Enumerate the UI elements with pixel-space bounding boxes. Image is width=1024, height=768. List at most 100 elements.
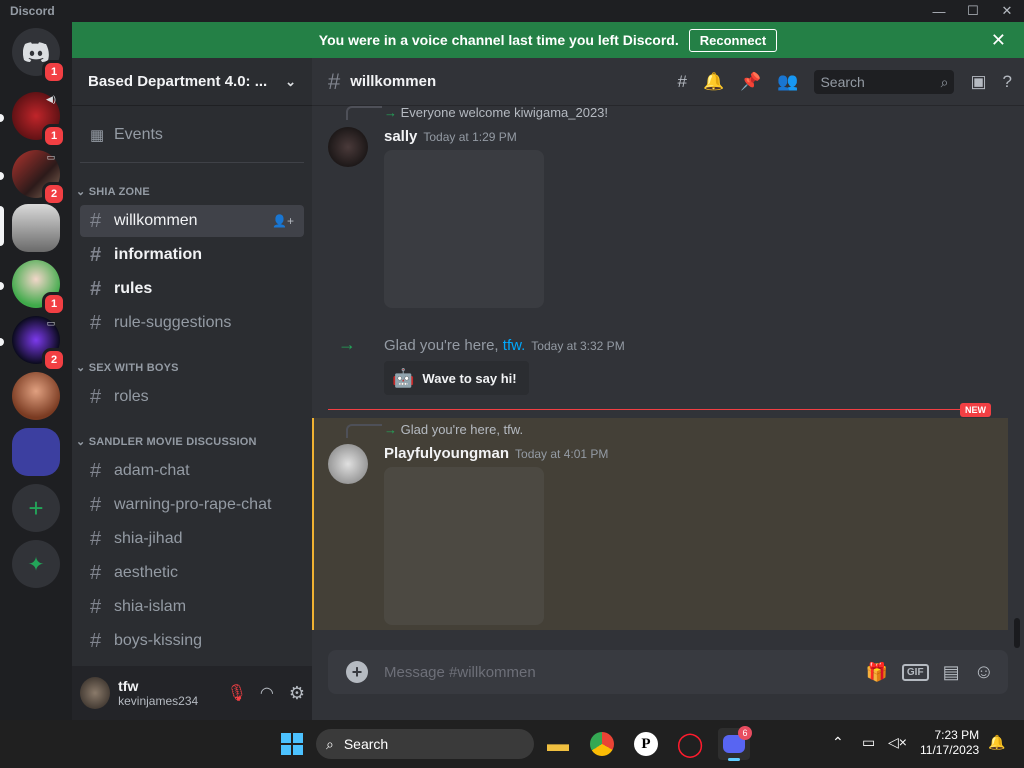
add-server-button[interactable]: + (12, 484, 60, 532)
category-sex-with-boys[interactable]: ⌄ SEX WITH BOYS (76, 361, 179, 374)
banner-text: You were in a voice channel last time yo… (318, 32, 679, 48)
minimize-button[interactable]: — (922, 0, 956, 22)
screen-share-icon: ▭ (46, 318, 56, 328)
windows-start-icon[interactable] (276, 728, 308, 760)
search-placeholder: Search (820, 74, 865, 90)
server-avatar (12, 204, 60, 252)
avatar[interactable] (328, 444, 368, 484)
channel-information[interactable]: # information (80, 239, 304, 271)
channel-warning-pro-rape-chat[interactable]: # warning-pro-rape-chat (80, 489, 304, 521)
channel-shia-islam[interactable]: # shia-islam (80, 591, 304, 623)
new-divider (328, 409, 976, 410)
events-item[interactable]: ▦ Events (80, 119, 304, 151)
channel-rules[interactable]: # rules (80, 273, 304, 305)
reply-preview[interactable]: → Everyone welcome kiwigama_2023! (384, 106, 608, 120)
discord-taskbar-icon[interactable]: 6 (718, 726, 752, 761)
file-explorer-icon[interactable]: ▬ (542, 728, 574, 760)
help-icon[interactable]: ? (1003, 72, 1012, 92)
clock-date: 11/17/2023 (920, 743, 980, 757)
taskbar-search[interactable]: ⌕ Search (316, 729, 534, 759)
close-window-button[interactable]: ✕ (990, 0, 1024, 22)
user-mention[interactable]: tfw. (503, 337, 526, 354)
channel-roles[interactable]: # roles (80, 381, 304, 413)
category-shia-zone[interactable]: ⌄ SHIA ZONE (76, 185, 150, 198)
message-author[interactable]: sally Today at 1:29 PM (384, 128, 517, 145)
avatar[interactable] (328, 127, 368, 167)
user-panel: tfw kevinjames234 🎙 ◠ ⚙ (72, 666, 312, 720)
selected-pill (0, 206, 4, 246)
unread-pill (0, 282, 4, 290)
mute-mic-icon[interactable]: 🎙 (222, 683, 252, 703)
windows-taskbar: ⌕ Search ▬ P ◯ 6 ⌃ ▭ ◁× 7:23 PM 11/17/20… (0, 720, 1024, 768)
channel-willkommen[interactable]: # willkommen 👤+ (80, 205, 304, 237)
app-p-icon[interactable]: P (630, 728, 662, 760)
guild-icon-7[interactable] (12, 428, 60, 476)
guild-icon-4[interactable]: 1 (12, 260, 66, 316)
image-attachment[interactable] (384, 150, 544, 308)
channel-label: information (114, 246, 202, 263)
channel-title: willkommen (350, 73, 437, 90)
chrome-icon[interactable] (586, 728, 618, 760)
gif-button[interactable]: GIF (901, 663, 929, 681)
message-author[interactable]: Playfulyoungman Today at 4:01 PM (384, 445, 608, 462)
hash-icon: # (328, 68, 341, 94)
sticker-icon[interactable]: ▤ (943, 662, 960, 683)
guild-badge: 1 (42, 292, 66, 316)
pin-icon[interactable]: 📌 (740, 72, 761, 92)
home-button[interactable]: 1 (12, 28, 66, 84)
channel-label: willkommen (114, 212, 198, 229)
channel-sidebar: Based Department 4.0: ... ⌄ ▦ Events ⌄ S… (72, 58, 312, 720)
title-bar: Discord — ☐ ✕ (0, 0, 1024, 22)
reconnect-button[interactable]: Reconnect (688, 28, 778, 52)
unread-pill (0, 172, 4, 180)
channel-aesthetic[interactable]: # aesthetic (80, 557, 304, 589)
headphones-icon[interactable]: ◠ (252, 683, 282, 703)
network-icon[interactable]: ▭ (862, 734, 875, 751)
clock-time: 7:23 PM (934, 728, 980, 742)
chevron-up-icon[interactable]: ⌃ (832, 734, 844, 751)
bell-icon[interactable]: 🔔 (703, 72, 724, 92)
hash-icon: # (90, 595, 102, 618)
gift-icon[interactable]: 🎁 (865, 662, 887, 683)
category-sandler[interactable]: ⌄ SANDLER MOVIE DISCUSSION (76, 435, 257, 448)
close-icon[interactable]: ✕ (991, 30, 1006, 51)
emoji-icon[interactable]: ☺ (974, 661, 994, 684)
notification-bell-icon[interactable]: 🔔 (988, 734, 1005, 751)
channel-shia-jihad[interactable]: # shia-jihad (80, 523, 304, 555)
members-icon[interactable]: 👥 (777, 72, 798, 92)
add-member-icon[interactable]: 👤+ (272, 214, 294, 228)
channel-boys-kissing[interactable]: # boys-kissing (80, 625, 304, 657)
taskbar-clock[interactable]: 7:23 PM 11/17/2023 (920, 728, 979, 758)
opera-icon[interactable]: ◯ (674, 728, 706, 760)
scrollbar-thumb[interactable] (1014, 618, 1020, 648)
channel-label: roles (114, 388, 149, 405)
compass-icon: ✦ (12, 540, 60, 588)
threads-icon[interactable]: # (677, 72, 686, 92)
channel-label: aesthetic (114, 564, 179, 581)
search-input[interactable]: Search ⌕ (814, 70, 955, 94)
maximize-button[interactable]: ☐ (956, 0, 990, 22)
taskbar-search-label: Search (343, 736, 389, 752)
upload-plus-icon[interactable]: + (346, 661, 368, 683)
unread-pill (0, 114, 4, 122)
guild-icon-6[interactable] (12, 372, 60, 420)
reply-preview[interactable]: → Glad you're here, tfw. (384, 422, 523, 437)
image-attachment[interactable] (384, 467, 544, 625)
wave-button[interactable]: 🤖 Wave to say hi! (384, 361, 529, 395)
message-input[interactable]: Message #willkommen (384, 664, 865, 681)
server-header[interactable]: Based Department 4.0: ... ⌄ (72, 58, 312, 106)
user-tag: kevinjames234 (118, 694, 199, 708)
search-icon: ⌕ (940, 73, 949, 90)
messages-list: → Everyone welcome kiwigama_2023! sally T… (312, 106, 1024, 640)
arrow-icon: → (384, 106, 401, 120)
guild-icon-3[interactable] (12, 204, 60, 252)
inbox-icon[interactable]: ▣ (970, 72, 986, 92)
explore-button[interactable]: ✦ (12, 540, 60, 588)
gear-icon[interactable]: ⚙ (282, 683, 312, 704)
channel-rule-suggestions[interactable]: # rule-suggestions (80, 307, 304, 339)
channel-label: shia-islam (114, 598, 187, 615)
channel-adam-chat[interactable]: # adam-chat (80, 455, 304, 487)
server-avatar (12, 372, 60, 420)
avatar[interactable] (80, 677, 111, 709)
volume-muted-icon[interactable]: ◁× (888, 734, 907, 751)
